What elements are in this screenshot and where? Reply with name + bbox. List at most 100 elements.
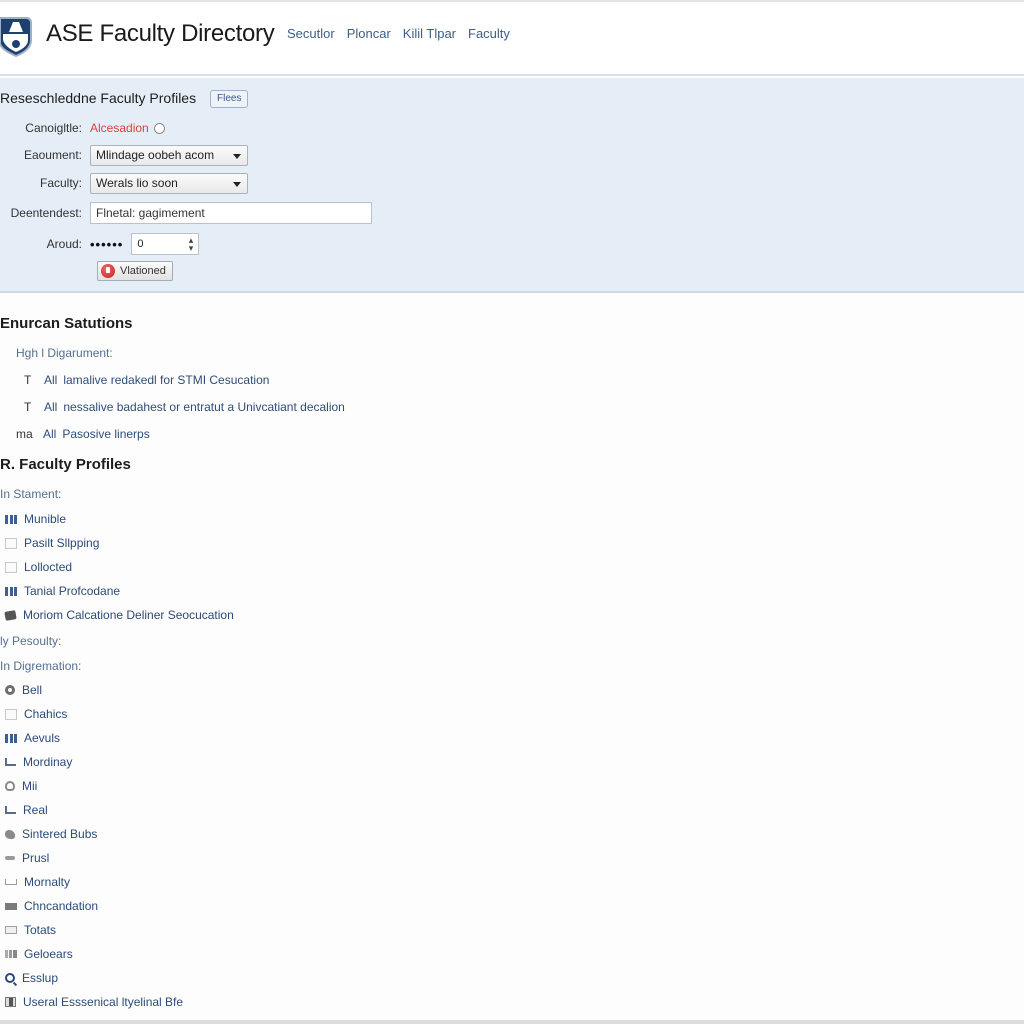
list-item[interactable]: Prusl	[5, 846, 183, 870]
list-item[interactable]: Real	[5, 798, 183, 822]
bar-chart-icon	[5, 514, 17, 524]
nav-link-kilil-tlpar[interactable]: Kilil Tlpar	[403, 26, 456, 41]
list-item[interactable]: Pasilt Sllpping	[5, 531, 234, 555]
around-number-input[interactable]: 0 ▴ ▾	[131, 233, 200, 255]
panel-title: Reseschleddne Faculty Profiles	[0, 90, 197, 106]
checkbox-icon[interactable]	[5, 561, 17, 573]
bar-chart-icon	[5, 586, 17, 596]
spinner-arrows-icon[interactable]: ▴ ▾	[189, 236, 194, 253]
bottom-border	[0, 1020, 1024, 1024]
department-label: Eaoument:	[23, 148, 82, 162]
list-item[interactable]: Mornalty	[5, 870, 183, 894]
list-item[interactable]: Geloears	[5, 942, 183, 966]
vlationed-button-label: Vlationed	[120, 265, 166, 277]
list-item[interactable]: Aevuls	[5, 726, 183, 750]
list-item[interactable]: Useral Esssenical ltyelinal Bfe	[5, 990, 183, 1014]
item-text: Pasosive linerps	[62, 427, 150, 441]
panel-badge-button[interactable]: Flees	[210, 90, 249, 108]
gear-icon	[5, 685, 15, 695]
app-header: ASE Faculty Directory Secutlor Ploncar K…	[0, 2, 1024, 76]
tray-icon	[5, 879, 17, 885]
item-text: lamalive redakedl for STMI Cesucation	[63, 373, 270, 387]
password-mask[interactable]: ••••••	[90, 237, 123, 252]
section-2-sublabel-digremation: In Digremation:	[0, 659, 82, 673]
list-item[interactable]: Mordinay	[5, 750, 183, 774]
statement-list: Munible Pasilt Sllpping Lollocted Tanial…	[4, 507, 234, 627]
list-item[interactable]: Chahics	[5, 702, 183, 726]
action-row: Vlationed	[97, 259, 173, 283]
list-item[interactable]: Munible	[5, 507, 234, 531]
list-item-label: Mordinay	[23, 755, 73, 769]
list-item[interactable]: Tanial Profcodane	[5, 579, 234, 603]
section-1-item[interactable]: T All nessalive badahest or entratut a U…	[24, 400, 345, 414]
mail-icon	[5, 926, 17, 934]
top-nav: Secutlor Ploncar Kilil Tlpar Faculty	[287, 26, 510, 41]
checkbox-icon[interactable]	[5, 708, 17, 720]
list-item-label: Prusl	[22, 851, 50, 865]
alert-icon	[101, 264, 115, 278]
section-1-sublabel: Hgh l Digarument:	[16, 346, 113, 360]
text-type-icon: ma	[16, 427, 33, 441]
section-title-satutions: Enurcan Satutions	[0, 315, 133, 332]
chevron-down-icon	[233, 153, 241, 159]
bar-chart-icon	[5, 733, 17, 743]
search-icon	[5, 973, 15, 983]
dash-icon	[5, 856, 15, 860]
list-item[interactable]: Sintered Bubs	[5, 822, 183, 846]
item-text: nessalive badahest or entratut a Univcat…	[63, 400, 345, 414]
key-icon	[4, 609, 17, 621]
candidate-value: Alcesadion	[90, 121, 149, 135]
list-item-label: Sintered Bubs	[22, 827, 98, 841]
folder-icon	[5, 902, 17, 910]
list-item[interactable]: Bell	[5, 678, 183, 702]
checkbox-icon[interactable]	[5, 537, 17, 549]
section-2-sublabel-pesoulty: ly Pesoulty:	[0, 634, 62, 648]
list-item-label: Chahics	[24, 707, 68, 721]
list-item[interactable]: Totats	[5, 918, 183, 942]
text-type-icon: T	[24, 373, 32, 387]
list-item-label: Aevuls	[24, 731, 61, 745]
candidate-row: Canoigltle: Alcesadion	[0, 116, 165, 140]
faculty-select-value: Werals lio soon	[96, 175, 178, 190]
list-item[interactable]: Mii	[5, 774, 183, 798]
list-item-label: Geloears	[24, 947, 73, 961]
around-number-value: 0	[137, 238, 144, 250]
nav-link-faculty[interactable]: Faculty	[468, 26, 510, 41]
list-item-label: Mornalty	[24, 875, 71, 889]
list-item[interactable]: Esslup	[5, 966, 183, 990]
list-item-label: Real	[23, 803, 48, 817]
list-item-label: Munible	[24, 512, 67, 526]
department-row: Eaoument: Mlindage oobeh acom	[0, 143, 248, 167]
section-1-item[interactable]: ma All Pasosive linerps	[16, 427, 150, 441]
pin-icon	[5, 781, 15, 791]
list-item[interactable]: Moriom Calcatione Deliner Seocucation	[4, 603, 234, 627]
around-label: Aroud:	[46, 237, 82, 251]
dependent-label: Deentendest:	[10, 206, 82, 220]
list-item-label: Esslup	[22, 971, 59, 985]
list-item-label: Useral Esssenical ltyelinal Bfe	[23, 995, 184, 1009]
filter-panel: Reseschleddne Faculty Profiles Flees Can…	[0, 78, 1024, 293]
text-type-icon: T	[24, 400, 32, 414]
section-title-faculty-profiles: R. Faculty Profiles	[0, 456, 131, 473]
item-prefix: All	[44, 400, 58, 414]
list-item-label: Totats	[24, 923, 57, 937]
list-item[interactable]: Chncandation	[5, 894, 183, 918]
vlationed-button[interactable]: Vlationed	[97, 261, 173, 281]
list-item[interactable]: Lollocted	[5, 555, 234, 579]
section-1-item[interactable]: T All lamalive redakedl for STMI Cesucat…	[24, 373, 269, 387]
department-select[interactable]: Mlindage oobeh acom	[90, 144, 248, 166]
chart-icon	[5, 950, 17, 958]
item-prefix: All	[44, 373, 58, 387]
item-prefix: All	[43, 427, 57, 441]
dependent-row: Deentendest: Flnetal: gagimement	[0, 201, 372, 225]
list-item-label: Pasilt Sllpping	[24, 536, 100, 550]
check-icon	[5, 758, 16, 766]
candidate-radio[interactable]	[153, 122, 165, 134]
faculty-label: Faculty:	[39, 176, 82, 190]
nav-link-secutlor[interactable]: Secutlor	[287, 26, 335, 41]
blob-icon	[5, 829, 15, 839]
dependent-input[interactable]: Flnetal: gagimement	[90, 202, 372, 224]
faculty-select[interactable]: Werals lio soon	[90, 172, 248, 194]
nav-link-ploncar[interactable]: Ploncar	[347, 26, 391, 41]
list-item-label: Lollocted	[24, 560, 73, 574]
